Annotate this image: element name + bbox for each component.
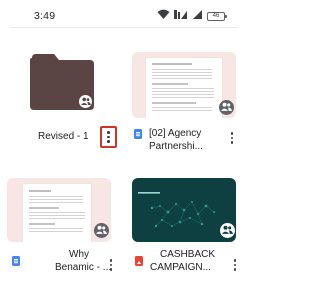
dot (107, 130, 110, 134)
file-name-line-2: Partnershi... (149, 141, 203, 152)
file-name: [02] Agency Partnershi... (149, 127, 203, 153)
dot (230, 141, 234, 145)
shared-badge-icon (219, 100, 234, 115)
file-name: Why Benamic - ... (27, 248, 111, 274)
file-name: Revised - 1 (38, 131, 89, 142)
status-time: 3:49 (34, 10, 56, 22)
wifi-icon (157, 7, 170, 25)
dot (233, 258, 237, 262)
dot (107, 135, 110, 139)
file-card-revised[interactable]: Revised - 1 (10, 52, 117, 164)
document-thumbnail[interactable] (7, 178, 111, 242)
file-name-line-1: [02] Agency (149, 128, 202, 139)
volte-signal-icon (174, 7, 188, 25)
file-card-cashback-campaign[interactable]: CASHBACK CAMPAIGN... (132, 178, 244, 300)
file-name-line-1: Why (69, 249, 89, 260)
file-label: CASHBACK CAMPAIGN... (135, 248, 215, 274)
file-label: Why Benamic - ... (12, 248, 111, 274)
status-icons: 46 (157, 7, 227, 25)
dot (230, 131, 234, 135)
page-preview (23, 184, 91, 242)
file-card-agency-partnership[interactable]: [02] Agency Partnershi... (132, 52, 242, 164)
shared-badge-icon (220, 223, 235, 238)
more-options-button[interactable] (225, 128, 239, 148)
file-label: [02] Agency Partnershi... (134, 127, 203, 153)
more-options-button[interactable] (100, 126, 117, 148)
file-name: CASHBACK CAMPAIGN... (150, 248, 215, 274)
dot (233, 263, 237, 267)
document-thumbnail[interactable] (132, 52, 236, 118)
dot (230, 136, 234, 140)
slides-icon (135, 256, 143, 266)
file-label: Revised - 1 (38, 130, 89, 143)
top-divider (10, 27, 238, 28)
file-name-line-2: CAMPAIGN... (150, 262, 211, 273)
more-options-button[interactable] (104, 255, 118, 275)
docs-icon (12, 256, 20, 266)
signal-icon (192, 7, 203, 25)
shared-badge-icon (79, 95, 92, 108)
dot (109, 268, 113, 272)
battery-icon: 46 (207, 11, 227, 21)
slides-thumbnail[interactable] (132, 178, 236, 242)
folder-thumbnail[interactable] (26, 52, 98, 112)
dot (109, 263, 113, 267)
page-preview (146, 58, 222, 118)
dot (109, 258, 113, 262)
file-name-line-2: Benamic - ... (55, 262, 112, 273)
dot (233, 268, 237, 272)
docs-icon (134, 129, 142, 139)
status-bar: 3:49 46 (0, 0, 247, 34)
dot (107, 140, 110, 144)
file-name-line-1: CASHBACK (160, 249, 216, 260)
file-card-why-benamic[interactable]: Why Benamic - ... (7, 178, 121, 300)
shared-badge-icon (94, 223, 109, 238)
more-options-button[interactable] (228, 255, 242, 275)
